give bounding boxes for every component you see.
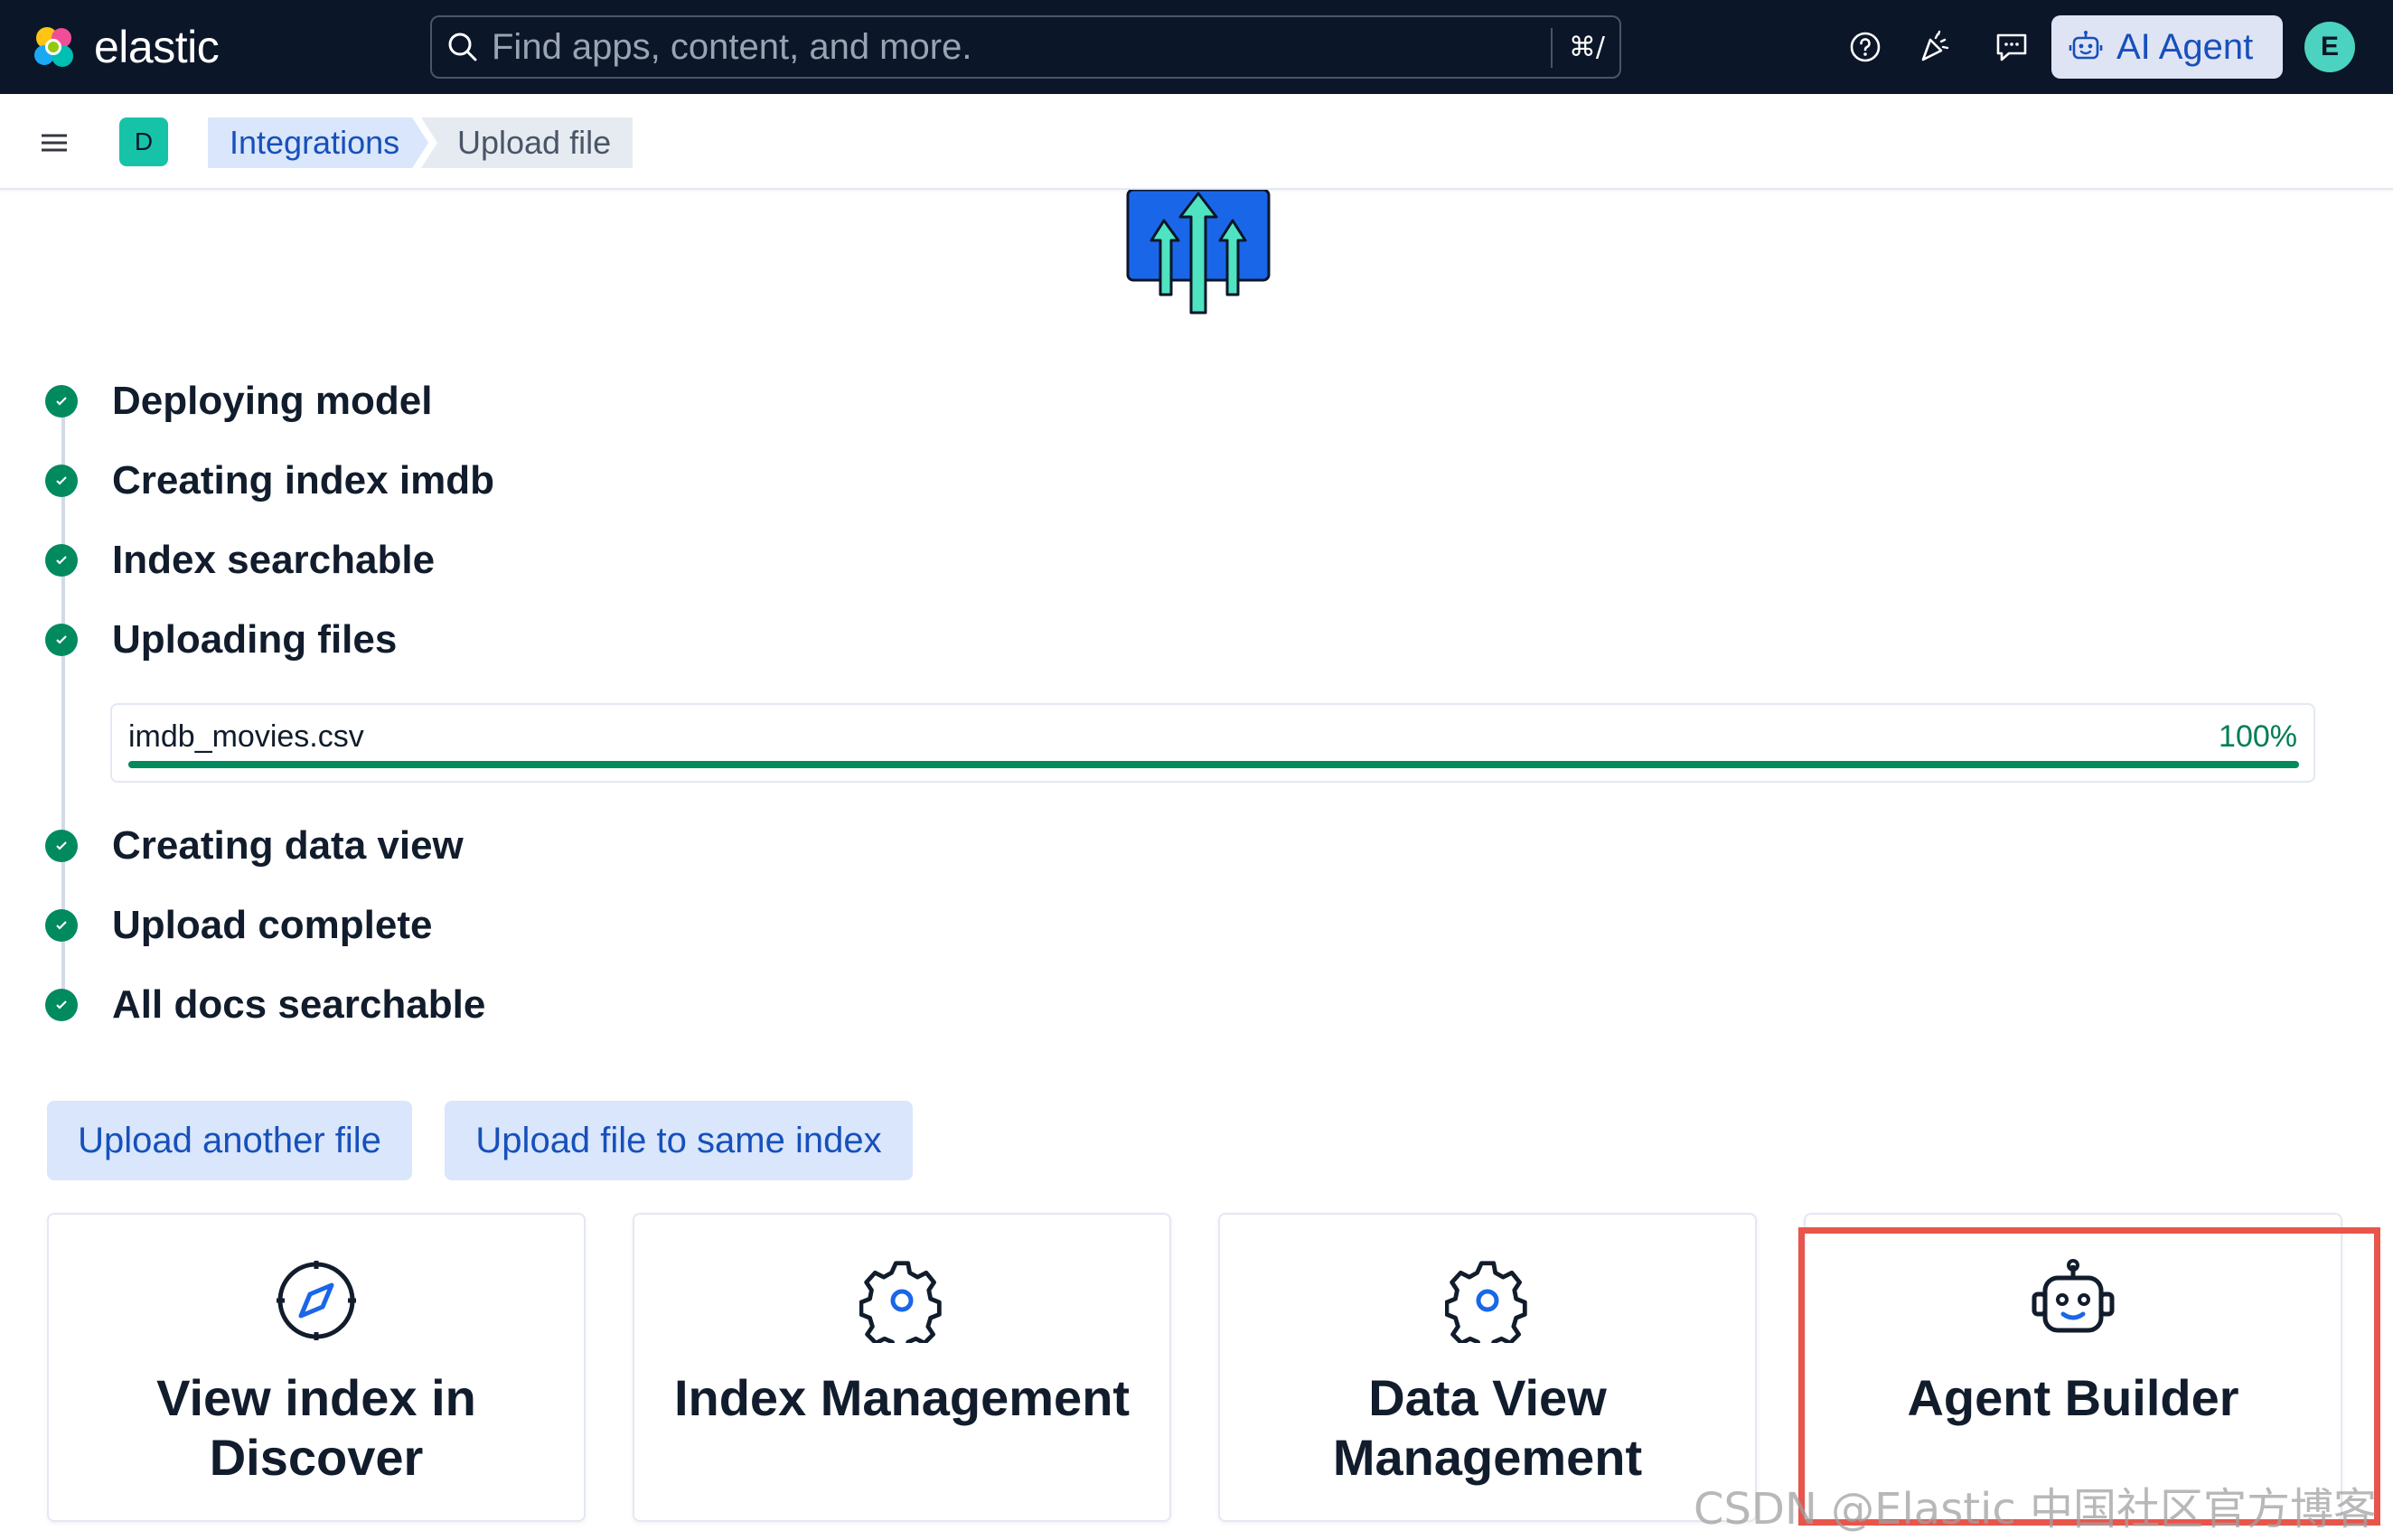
step-label: Index searchable [112,538,436,582]
check-icon [45,544,78,577]
ai-agent-label: AI Agent [2116,26,2254,67]
step-deploying-model: Deploying model [45,374,432,428]
ai-agent-button[interactable]: AI Agent [2051,15,2283,79]
upload-same-index-button[interactable]: Upload file to same index [445,1101,913,1180]
step-label: All docs searchable [112,982,486,1027]
breadcrumb-integrations[interactable]: Integrations [208,117,428,168]
check-icon [45,830,78,862]
step-uploading-files: Uploading files [45,613,397,667]
upload-another-file-button[interactable]: Upload another file [47,1101,412,1180]
search-icon [448,33,477,61]
step-label: Upload complete [112,903,433,947]
upload-illustration [1126,190,1271,315]
step-label: Deploying model [112,379,433,423]
card-title: View index in Discover [156,1369,476,1486]
file-name: imdb_movies.csv [128,719,364,754]
step-label: Creating index imdb [112,458,494,502]
compass-icon [277,1261,356,1340]
newsfeed-icon[interactable] [1912,25,1956,69]
menu-toggle-icon[interactable] [36,125,76,161]
step-creating-index: Creating index imdb [45,454,494,508]
user-avatar[interactable]: E [2304,22,2355,72]
breadcrumb-upload-file: Upload file [421,117,633,168]
top-header: elastic ⌘/ AI Agent E [0,0,2393,94]
card-title: Data View Management [1332,1369,1643,1486]
card-index-management[interactable]: Index Management [633,1213,1171,1522]
step-all-docs-searchable: All docs searchable [45,978,485,1032]
search-input[interactable] [492,26,1619,68]
file-percent: 100% [2219,719,2297,754]
search-shortcut: ⌘/ [1550,28,1605,68]
help-icon[interactable] [1844,25,1887,69]
step-creating-data-view: Creating data view [45,819,464,873]
gear-icon [859,1261,942,1343]
progress-bar [128,761,2299,768]
progress-fill [128,761,2299,768]
watermark: CSDN @Elastic 中国社区官方博客 [1694,1484,2378,1535]
check-icon [45,385,78,418]
logo-text: elastic [94,22,220,72]
step-upload-complete: Upload complete [45,898,433,953]
step-label: Creating data view [112,823,464,868]
card-title: Index Management [673,1369,1131,1426]
file-progress-panel: imdb_movies.csv 100% [110,703,2315,783]
check-icon [45,909,78,942]
breadcrumb-bar: D Integrations Upload file [0,94,2393,190]
card-data-view-management[interactable]: Data View Management [1218,1213,1757,1522]
gear-icon [1445,1261,1527,1343]
space-badge[interactable]: D [119,117,168,166]
elastic-logo-icon [34,27,73,67]
step-index-searchable: Index searchable [45,533,435,587]
robot-icon [2069,31,2103,60]
card-view-in-discover[interactable]: View index in Discover [47,1213,586,1522]
feedback-icon[interactable] [1990,25,2033,69]
global-search[interactable]: ⌘/ [430,15,1621,79]
step-label: Uploading files [112,617,398,662]
check-icon [45,989,78,1021]
check-icon [45,624,78,656]
check-icon [45,465,78,497]
elastic-logo[interactable]: elastic [29,20,220,74]
